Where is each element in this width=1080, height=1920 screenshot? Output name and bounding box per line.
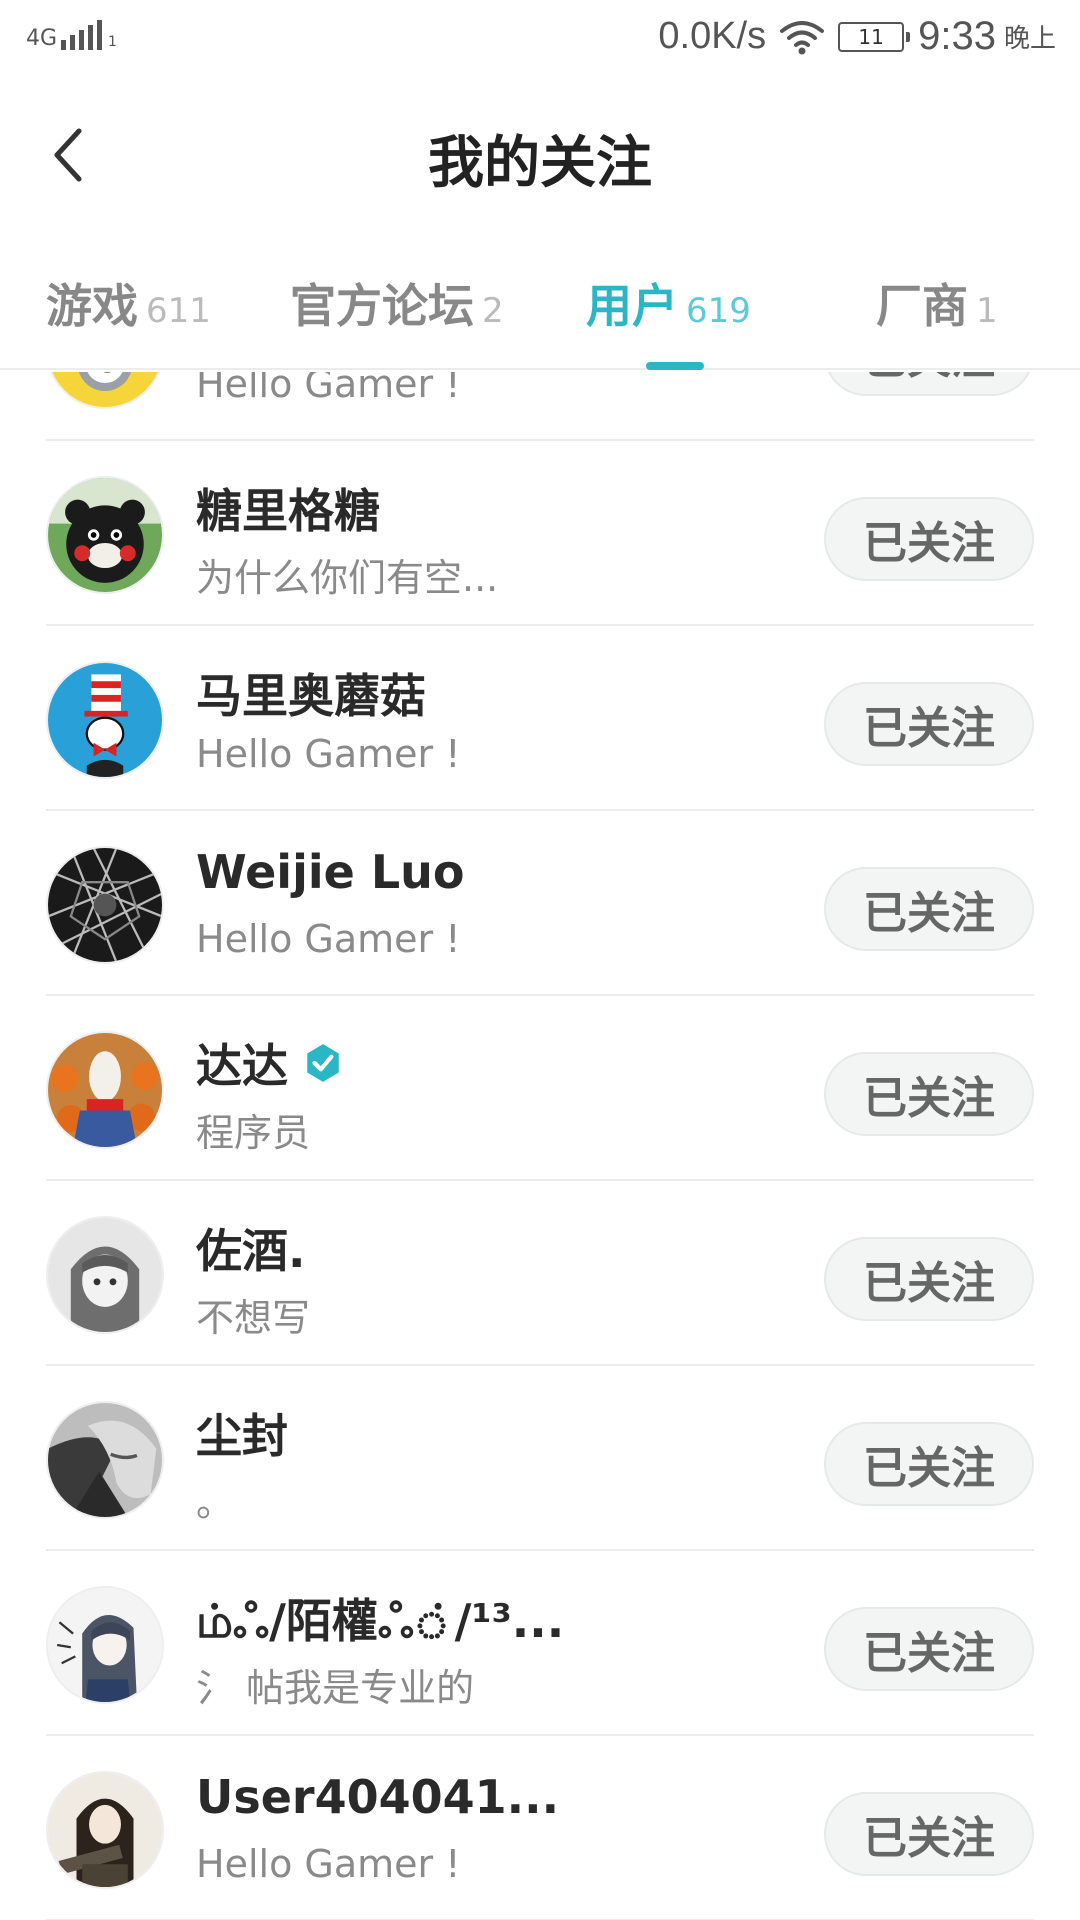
status-right: 0.0K/s 11 9:33 晚上 bbox=[658, 14, 1056, 59]
user-name: ம்ஃ/陌權ஃ்/¹³... bbox=[196, 1594, 565, 1648]
user-bio: Hello Gamer ! bbox=[196, 732, 461, 776]
status-left: 4G 1 bbox=[26, 20, 117, 50]
page-title: 我的关注 bbox=[428, 131, 652, 196]
following-list[interactable]: Hello Gamer ! 已关注 糖里格糖 为什么你们有空... 已关注 马里… bbox=[0, 372, 1080, 1920]
name-line: 糖里格糖 bbox=[196, 475, 380, 541]
user-name: Weijie Luo bbox=[196, 845, 465, 899]
following-button[interactable]: 已关注 bbox=[824, 1607, 1034, 1691]
name-line: Weijie Luo bbox=[196, 845, 464, 899]
horse-mask-avatar[interactable] bbox=[46, 1031, 164, 1149]
user-name: 尘封 bbox=[196, 1409, 288, 1463]
app-header: 我的关注 bbox=[0, 80, 1080, 230]
anime-boy-avatar[interactable] bbox=[46, 1401, 164, 1519]
list-item[interactable]: 马里奥蘑菇 Hello Gamer ! 已关注 bbox=[0, 626, 1080, 811]
following-button[interactable]: 已关注 bbox=[824, 1237, 1034, 1321]
user-name: 达达 bbox=[196, 1039, 288, 1093]
tab-users[interactable]: 用户 619 bbox=[586, 270, 751, 340]
name-line: 达达 bbox=[196, 1030, 344, 1096]
following-button[interactable]: 已关注 bbox=[824, 497, 1034, 581]
soldier-avatar[interactable] bbox=[46, 1771, 164, 1889]
tab-bar: 游戏 611 官方论坛 2 用户 619 厂商 1 bbox=[0, 230, 1080, 370]
tab-vendors[interactable]: 厂商 1 bbox=[876, 270, 998, 340]
user-bio: Hello Gamer ! bbox=[196, 1842, 461, 1886]
user-name: 马里奥蘑菇 bbox=[196, 669, 426, 723]
name-line: ம்ஃ/陌權ஃ்/¹³... bbox=[196, 1585, 564, 1655]
user-bio: 氵 帖我是专业的 bbox=[196, 1666, 475, 1710]
sketch-avatar[interactable] bbox=[46, 1586, 164, 1704]
tab-label: 官方论坛 bbox=[290, 279, 474, 333]
status-bar: 4G 1 0.0K/s 11 9:33 晚上 bbox=[0, 0, 1080, 80]
user-bio: 程序员 bbox=[196, 1111, 311, 1155]
list-item[interactable]: 达达 程序员 已关注 bbox=[0, 996, 1080, 1181]
list-item[interactable]: Weijie Luo Hello Gamer ! 已关注 bbox=[0, 811, 1080, 996]
following-button[interactable]: 已关注 bbox=[824, 1792, 1034, 1876]
following-button[interactable]: 已关注 bbox=[824, 867, 1034, 951]
tab-games[interactable]: 游戏 611 bbox=[46, 270, 211, 340]
sim-slot: 1 bbox=[108, 34, 117, 50]
tab-label: 用户 bbox=[586, 279, 678, 333]
tab-official-forum[interactable]: 官方论坛 2 bbox=[290, 270, 504, 340]
list-item[interactable]: User404041... Hello Gamer ! 已关注 bbox=[0, 1736, 1080, 1920]
battery-level: 11 bbox=[858, 24, 884, 49]
tab-count: 1 bbox=[976, 291, 998, 331]
verified-badge-icon bbox=[307, 1044, 339, 1082]
tab-count: 611 bbox=[146, 291, 211, 331]
active-tab-indicator bbox=[646, 362, 704, 370]
anime-girl-avatar[interactable] bbox=[46, 1216, 164, 1334]
user-bio: Hello Gamer ! bbox=[196, 917, 461, 961]
bear-avatar[interactable] bbox=[46, 476, 164, 594]
name-line: 马里奥蘑菇 bbox=[196, 660, 426, 726]
signal-icon bbox=[61, 20, 103, 50]
tab-label: 游戏 bbox=[46, 279, 138, 333]
following-button[interactable]: 已关注 bbox=[824, 1422, 1034, 1506]
user-name: 佐酒. bbox=[196, 1224, 306, 1278]
list-item[interactable]: 糖里格糖 为什么你们有空... 已关注 bbox=[0, 441, 1080, 626]
cat-in-hat-avatar[interactable] bbox=[46, 661, 164, 779]
user-bio: 。 bbox=[196, 1481, 235, 1525]
network-speed: 0.0K/s bbox=[658, 15, 767, 57]
name-line: 佐酒. bbox=[196, 1215, 305, 1281]
list-item[interactable]: Hello Gamer ! 已关注 bbox=[0, 372, 1080, 441]
minion-avatar[interactable] bbox=[46, 372, 164, 409]
name-line: 尘封 bbox=[196, 1400, 288, 1466]
user-bio: Hello Gamer ! bbox=[196, 372, 461, 406]
user-bio: 为什么你们有空... bbox=[196, 556, 499, 600]
user-name: User404041... bbox=[196, 1770, 560, 1824]
user-name: 糖里格糖 bbox=[196, 484, 380, 538]
tab-count: 619 bbox=[686, 291, 751, 331]
clock-period: 晚上 bbox=[1003, 24, 1056, 54]
geometric-avatar[interactable] bbox=[46, 846, 164, 964]
battery-icon: 11 bbox=[838, 21, 911, 52]
name-line: User404041... bbox=[196, 1770, 559, 1824]
list-item[interactable]: 佐酒. 不想写 已关注 bbox=[0, 1181, 1080, 1366]
network-type: 4G bbox=[26, 26, 58, 51]
wifi-icon bbox=[780, 20, 825, 54]
following-button[interactable]: 已关注 bbox=[824, 682, 1034, 766]
list-item[interactable]: ம்ஃ/陌權ஃ்/¹³... 氵 帖我是专业的 已关注 bbox=[0, 1551, 1080, 1736]
list-item[interactable]: 尘封 。 已关注 bbox=[0, 1366, 1080, 1551]
clock: 9:33 bbox=[918, 14, 996, 58]
following-button[interactable]: 已关注 bbox=[824, 1052, 1034, 1136]
tab-count: 2 bbox=[482, 291, 504, 331]
tab-label: 厂商 bbox=[876, 279, 968, 333]
user-bio: 不想写 bbox=[196, 1296, 311, 1340]
following-button[interactable]: 已关注 bbox=[824, 372, 1034, 396]
following-list-content: Hello Gamer ! 已关注 糖里格糖 为什么你们有空... 已关注 马里… bbox=[0, 372, 1080, 1920]
